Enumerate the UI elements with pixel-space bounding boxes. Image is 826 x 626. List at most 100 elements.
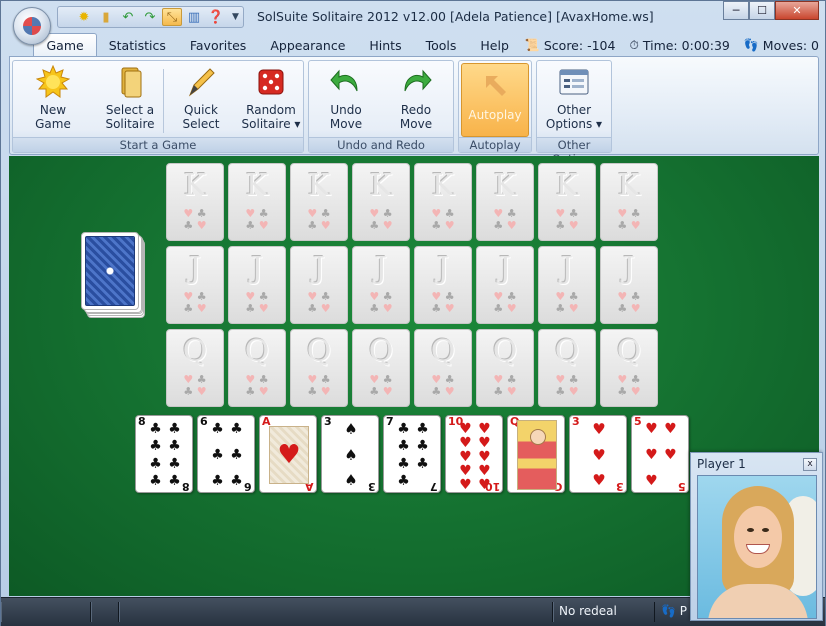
foundation-slot[interactable]: J ♥ ♣ ♣ ♥ <box>228 246 286 324</box>
new-game-label: New Game <box>35 103 71 131</box>
tableau-card[interactable]: 6 6 ♣ ♣ ♣ ♣ ♣ ♣ <box>197 415 255 493</box>
foundation-slot[interactable]: J ♥ ♣ ♣ ♥ <box>290 246 348 324</box>
suit-pip-icon: ♥ <box>459 449 472 465</box>
undo-icon[interactable]: ↶ <box>118 8 138 26</box>
undo-move-button[interactable]: Undo Move <box>317 65 375 137</box>
maximize-button[interactable]: ☐ <box>749 1 775 20</box>
quick-select-button[interactable]: Quick Select <box>175 65 227 137</box>
clock-icon: ⏱ <box>629 37 639 52</box>
select-solitaire-button[interactable]: Select a Solitaire <box>97 65 163 137</box>
redo-icon[interactable]: ↷ <box>140 8 160 26</box>
app-logo-icon <box>23 17 41 35</box>
tableau-card[interactable]: QQ <box>507 415 565 493</box>
foundation-slot[interactable]: J ♥ ♣ ♣ ♥ <box>476 246 534 324</box>
foundation-rank-label: K <box>183 168 207 203</box>
foundation-slot[interactable]: K ♥ ♣ ♣ ♥ <box>414 163 472 241</box>
foundation-slot[interactable]: Q ♥ ♣ ♣ ♥ <box>352 329 410 407</box>
foundation-rank-label: K <box>431 168 455 203</box>
tableau-card[interactable]: A A ♥ <box>259 415 317 493</box>
app-menu-button[interactable] <box>13 7 51 45</box>
title-bar: ✹ ▮ ↶ ↷ ⤡ ▥ ❓ ▼ SolSuite Solitaire 2012 … <box>1 1 825 45</box>
foundation-suit-pips: ♥ ♣ ♣ ♥ <box>369 207 393 232</box>
other-options-button[interactable]: Other Options ▾ <box>541 65 607 137</box>
foundation-suit-pips: ♥ ♣ ♣ ♥ <box>493 373 517 398</box>
stock-pile[interactable] <box>81 232 145 322</box>
foundation-rank-label: Q <box>244 334 270 369</box>
foundation-slot[interactable]: Q ♥ ♣ ♣ ♥ <box>290 329 348 407</box>
close-button[interactable]: ✕ <box>775 1 819 20</box>
suit-pip-icon: ♥ <box>459 463 472 479</box>
help-icon[interactable]: ❓ <box>206 8 226 26</box>
card-pips: ♥ ♥ ♥ <box>580 422 618 488</box>
foundation-rank-label: K <box>245 168 269 203</box>
card-pips: ♣ ♣ ♣ ♣ ♣ ♣ ♣ ♣ <box>146 422 184 488</box>
foundation-slot[interactable]: Q ♥ ♣ ♣ ♥ <box>166 329 224 407</box>
select-solitaire-icon[interactable]: ▮ <box>96 8 116 26</box>
tab-hints[interactable]: Hints <box>357 33 413 57</box>
foundation-slot[interactable]: K ♥ ♣ ♣ ♥ <box>352 163 410 241</box>
tab-favorites[interactable]: Favorites <box>178 33 258 57</box>
foundation-slot[interactable]: J ♥ ♣ ♣ ♥ <box>414 246 472 324</box>
autoplay-label: Autoplay <box>468 108 522 122</box>
player-panel-close-button[interactable]: x <box>803 458 817 471</box>
foundation-slot[interactable]: K ♥ ♣ ♣ ♥ <box>290 163 348 241</box>
quick-access-dropdown[interactable]: ▼ <box>232 12 239 22</box>
status-cell <box>91 602 119 622</box>
suit-pip-icon: ♣ <box>211 421 224 437</box>
statistics-icon[interactable]: ▥ <box>184 8 204 26</box>
foundation-slot[interactable]: K ♥ ♣ ♣ ♥ <box>538 163 596 241</box>
autoplay-icon[interactable]: ⤡ <box>162 8 182 26</box>
foundation-rank-label: J <box>436 251 450 286</box>
card-rank: 5 <box>634 415 642 428</box>
tab-appearance[interactable]: Appearance <box>258 33 357 57</box>
suit-pip-icon: ♠ <box>344 445 358 464</box>
foundation-slot[interactable]: Q ♥ ♣ ♣ ♥ <box>600 329 658 407</box>
app-window: ✹ ▮ ↶ ↷ ⤡ ▥ ❓ ▼ SolSuite Solitaire 2012 … <box>0 0 826 626</box>
tableau-card[interactable]: 5 5 ♥ ♥ ♥ ♥ ♥ <box>631 415 689 493</box>
tableau-card[interactable]: 3 3 ♠ ♠ ♠ <box>321 415 379 493</box>
window-controls: ─ ☐ ✕ <box>723 1 819 20</box>
start-group-label: Start a Game <box>13 137 303 152</box>
foundation-rank-label: Q <box>554 334 580 369</box>
minimize-button[interactable]: ─ <box>723 1 749 20</box>
suit-pip-icon: ♣ <box>168 438 181 455</box>
foundation-slot[interactable]: J ♥ ♣ ♣ ♥ <box>538 246 596 324</box>
foundation-slot[interactable]: K ♥ ♣ ♣ ♥ <box>166 163 224 241</box>
random-solitaire-button[interactable]: Random Solitaire ▾ <box>239 65 303 137</box>
foundation-slot[interactable]: Q ♥ ♣ ♣ ♥ <box>414 329 472 407</box>
foundation-rank-label: Q <box>430 334 456 369</box>
tab-help[interactable]: Help <box>468 33 521 57</box>
player-footsteps-icon: 👣 <box>661 604 676 618</box>
foundation-slot[interactable]: K ♥ ♣ ♣ ♥ <box>600 163 658 241</box>
new-game-button[interactable]: New Game <box>23 65 83 137</box>
foundation-slot[interactable]: J ♥ ♣ ♣ ♥ <box>600 246 658 324</box>
tableau-card[interactable]: 7 7 ♣ ♣ ♣ ♣ ♣ ♣ ♣ <box>383 415 441 493</box>
tab-tools[interactable]: Tools <box>414 33 469 57</box>
tab-statistics[interactable]: Statistics <box>97 33 178 57</box>
tableau-card[interactable]: 3 3 ♥ ♥ ♥ <box>569 415 627 493</box>
foundation-slot[interactable]: K ♥ ♣ ♣ ♥ <box>228 163 286 241</box>
foundation-slot[interactable]: Q ♥ ♣ ♣ ♥ <box>476 329 534 407</box>
card-rank: 7 <box>386 415 394 428</box>
suit-pip-icon: ♥ <box>592 471 606 489</box>
player-panel[interactable]: Player 1 x <box>690 452 823 621</box>
card-back-pattern <box>85 236 135 306</box>
tableau-card[interactable]: 8 8 ♣ ♣ ♣ ♣ ♣ ♣ ♣ ♣ <box>135 415 193 493</box>
stock-top-card[interactable] <box>81 232 139 310</box>
queen-portrait-icon <box>517 420 557 490</box>
foundation-slot[interactable]: J ♥ ♣ ♣ ♥ <box>352 246 410 324</box>
foundation-rank-label: K <box>555 168 579 203</box>
tableau-card[interactable]: 10 10 ♥ ♥ ♥ ♥ ♥ ♥ ♥ ♥ ♥ ♥ <box>445 415 503 493</box>
foundation-slot[interactable]: Q ♥ ♣ ♣ ♥ <box>538 329 596 407</box>
new-game-icon[interactable]: ✹ <box>74 8 94 26</box>
foundation-slot[interactable]: Q ♥ ♣ ♣ ♥ <box>228 329 286 407</box>
foundation-suit-pips: ♥ ♣ ♣ ♥ <box>431 290 455 315</box>
autoplay-button[interactable]: Autoplay <box>461 63 529 137</box>
foundation-slot[interactable]: K ♥ ♣ ♣ ♥ <box>476 163 534 241</box>
status-cell <box>1 602 91 622</box>
foundation-slot[interactable]: J ♥ ♣ ♣ ♥ <box>166 246 224 324</box>
moves-value: 0 <box>811 37 819 53</box>
random-solitaire-label: Random Solitaire ▾ <box>241 103 301 131</box>
redo-move-button[interactable]: Redo Move <box>387 65 445 137</box>
foundation-rank-label: Q <box>616 334 642 369</box>
